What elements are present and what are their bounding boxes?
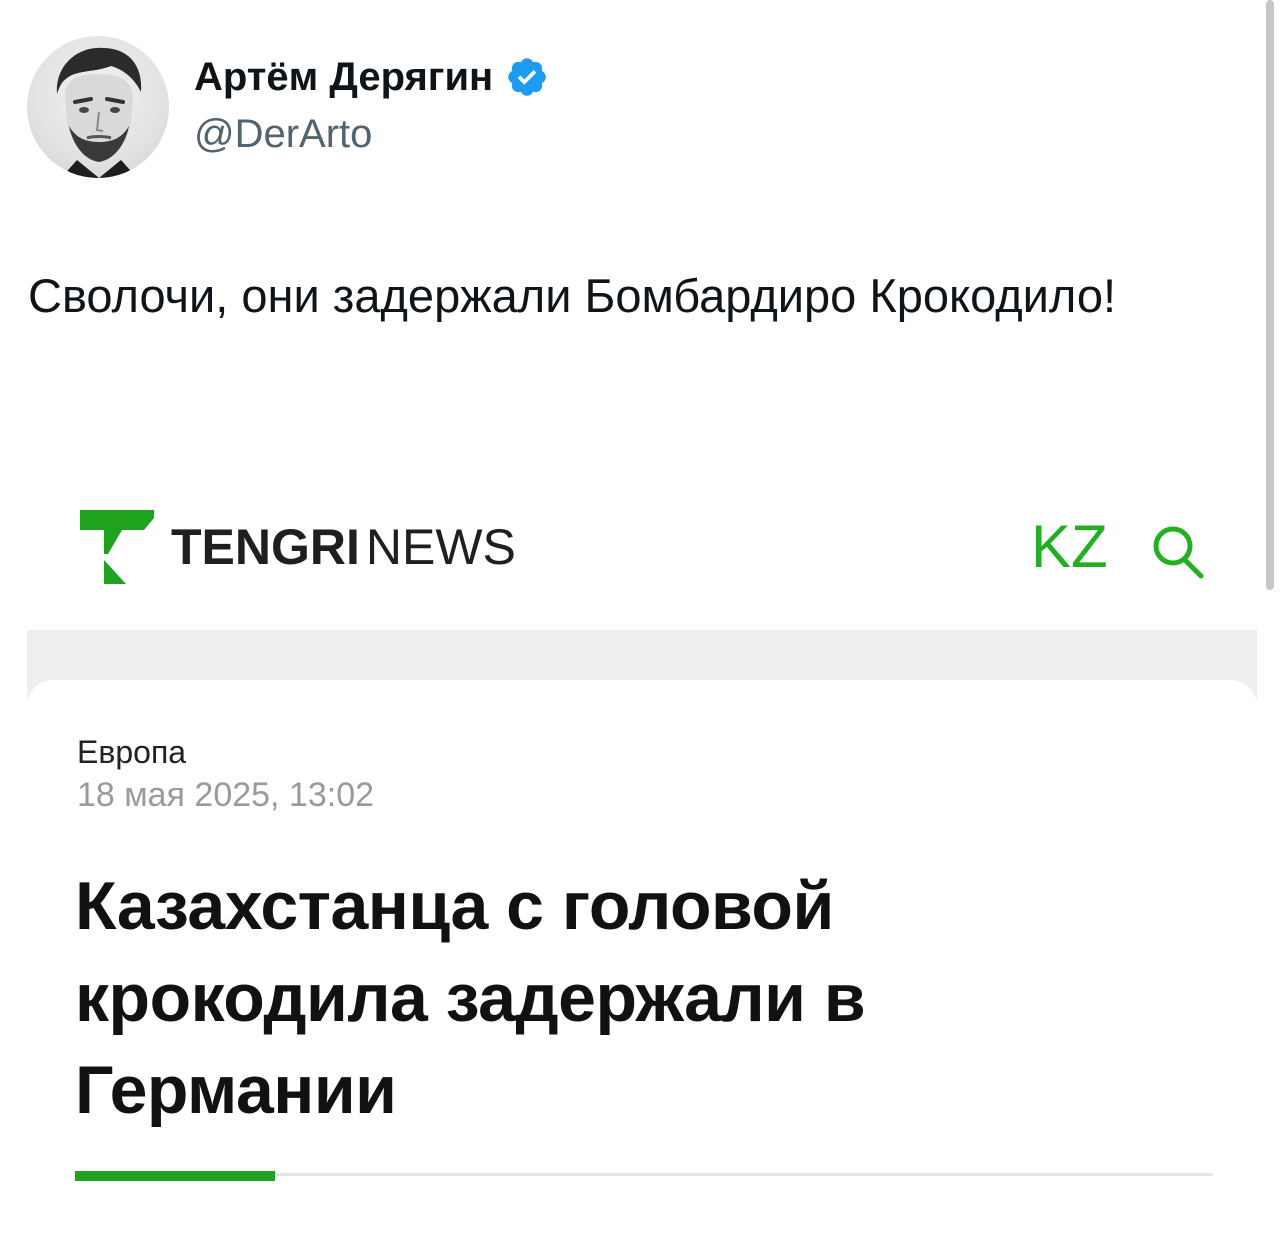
author-handle[interactable]: @DerArto [194,112,372,157]
article-date: 18 мая 2025, 13:02 [77,776,375,814]
logo-text-bold: TENGRI [171,519,360,575]
reading-progress-fill [75,1171,276,1181]
reading-progress-bar [75,1171,1213,1181]
verified-badge-icon [505,55,549,99]
search-icon[interactable] [1149,522,1207,580]
tengri-logo-icon [80,510,156,586]
avatar[interactable] [27,36,169,178]
site-logo-wordmark[interactable]: TENGRI NEWS [171,519,516,575]
logo-text-light: NEWS [365,519,516,575]
article-category-link[interactable]: Европа [77,734,186,771]
author-name[interactable]: Артём Дерягин [194,55,493,100]
scrollbar[interactable] [1266,0,1274,590]
avatar-portrait-image [56,47,142,178]
language-switch-link[interactable]: KZ [1031,514,1108,580]
article-card: Европа 18 мая 2025, 13:02 Казахстанца с … [27,680,1257,1244]
author-name-row: Артём Дерягин [194,50,549,104]
tweet-text: Сволочи, они задержали Бомбардиро Крокод… [28,269,1117,322]
article-title: Казахстанца с головой крокодила задержал… [75,868,866,1128]
site-header: TENGRI NEWS KZ [27,478,1257,630]
tweet-media-image[interactable]: TENGRI NEWS KZ Европа 18 мая 2025, 13:02… [27,478,1257,1244]
